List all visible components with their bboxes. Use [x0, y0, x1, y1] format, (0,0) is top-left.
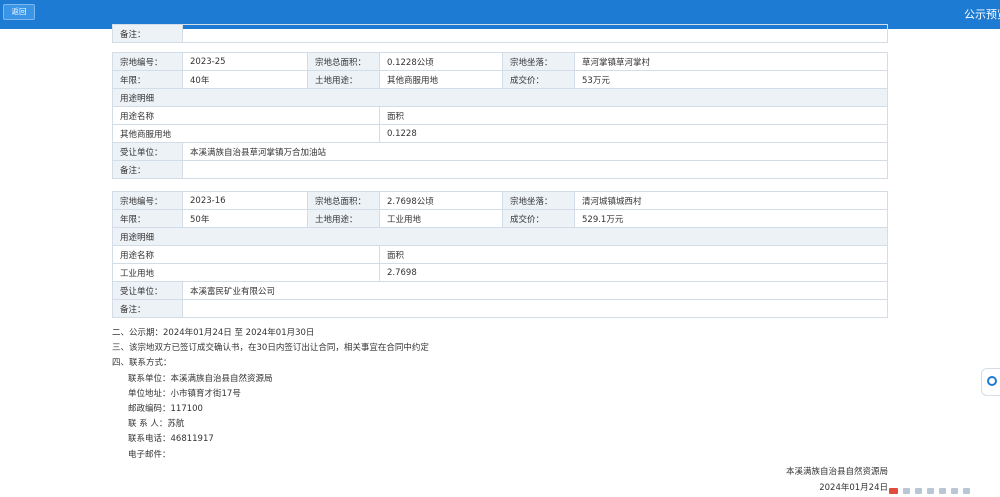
tray-icon[interactable] [951, 488, 958, 494]
code-label: 宗地编号： [112, 191, 183, 210]
input-method-icon[interactable] [889, 488, 898, 494]
use-value: 其他商服用地 [379, 70, 503, 89]
price-value: 53万元 [574, 70, 888, 89]
term-value: 40年 [182, 70, 308, 89]
contact-postcode: 邮政编码：117100 [128, 403, 203, 414]
contact-email: 电子邮件： [128, 449, 171, 460]
location-label: 宗地坐落： [502, 52, 575, 71]
parcel-table: 宗地编号： 2023-16 宗地总面积： 2.7698公顷 宗地坐落： 清河城镇… [112, 191, 888, 318]
remark-label: 备注： [112, 24, 183, 43]
back-button[interactable]: 返回 [3, 4, 35, 20]
usage-area-value: 0.1228 [379, 124, 888, 143]
usage-name-value: 其他商服用地 [112, 124, 380, 143]
tray-icon[interactable] [939, 488, 946, 494]
remark-value [182, 299, 888, 318]
term-label: 年限： [112, 70, 183, 89]
usage-section-header: 用途明细 [112, 88, 888, 107]
location-label: 宗地坐落： [502, 191, 575, 210]
use-label: 土地用途： [307, 70, 380, 89]
price-label: 成交价： [502, 209, 575, 228]
assignee-label: 受让单位： [112, 281, 183, 300]
announcement-notes: 二、公示期：2024年01月24日 至 2024年01月30日 三、该宗地双方已… [112, 326, 612, 463]
assignee-value: 本溪富民矿业有限公司 [182, 281, 888, 300]
location-value: 清河城镇城西村 [574, 191, 888, 210]
usage-name-header: 用途名称 [112, 106, 380, 125]
usage-name-value: 工业用地 [112, 263, 380, 282]
use-value: 工业用地 [379, 209, 503, 228]
remark-label: 备注： [112, 160, 183, 179]
previous-parcel-tail: 备注： [112, 24, 888, 43]
code-label: 宗地编号： [112, 52, 183, 71]
issue-date: 2024年01月24日 [819, 483, 888, 493]
code-value: 2023-25 [182, 52, 308, 71]
issuer-name: 本溪满族自治县自然资源局 [785, 467, 888, 477]
tray-icon[interactable] [915, 488, 922, 494]
confirmation-note: 三、该宗地双方已签订成交确认书，在30日内签订出让合同，相关事宜在合同中约定 [112, 343, 429, 354]
price-label: 成交价： [502, 70, 575, 89]
usage-name-header: 用途名称 [112, 245, 380, 264]
area-value: 0.1228公顷 [379, 52, 503, 71]
parcel-table: 宗地编号： 2023-25 宗地总面积： 0.1228公顷 宗地坐落： 草河掌镇… [112, 52, 888, 179]
area-value: 2.7698公顷 [379, 191, 503, 210]
area-label: 宗地总面积： [307, 191, 380, 210]
tray-icon[interactable] [927, 488, 934, 494]
code-value: 2023-16 [182, 191, 308, 210]
contact-heading: 四、联系方式： [112, 358, 172, 369]
tray-icons [884, 487, 1000, 494]
use-label: 土地用途： [307, 209, 380, 228]
price-value: 529.1万元 [574, 209, 888, 228]
contact-phone: 联系电话：46811917 [128, 434, 214, 445]
remark-value [182, 24, 888, 43]
usage-area-header: 面积 [379, 245, 888, 264]
parcel-card: 宗地编号： 2023-25 宗地总面积： 0.1228公顷 宗地坐落： 草河掌镇… [112, 52, 888, 179]
term-value: 50年 [182, 209, 308, 228]
tray-icon[interactable] [903, 488, 910, 494]
tray-icon[interactable] [963, 488, 970, 494]
contact-address: 单位地址：小市镇育才街17号 [128, 388, 241, 399]
term-label: 年限： [112, 209, 183, 228]
assistant-icon[interactable] [981, 368, 1000, 396]
remark-label: 备注： [112, 299, 183, 318]
assignee-value: 本溪满族自治县草河掌镇万合加油站 [182, 142, 888, 161]
parcel-card: 宗地编号： 2023-16 宗地总面积： 2.7698公顷 宗地坐落： 清河城镇… [112, 191, 888, 318]
usage-section-header: 用途明细 [112, 227, 888, 246]
assistant-circle-icon [987, 376, 997, 386]
remark-value [182, 160, 888, 179]
usage-area-header: 面积 [379, 106, 888, 125]
location-value: 草河掌镇草河掌村 [574, 52, 888, 71]
page-title: 公示预览 [964, 8, 1000, 21]
contact-unit: 联系单位：本溪满族自治县自然资源局 [128, 373, 273, 384]
area-label: 宗地总面积： [307, 52, 380, 71]
publicity-period: 二、公示期：2024年01月24日 至 2024年01月30日 [112, 328, 315, 338]
assignee-label: 受让单位： [112, 142, 183, 161]
contact-person: 联 系 人：苏航 [128, 419, 185, 430]
usage-area-value: 2.7698 [379, 263, 888, 282]
